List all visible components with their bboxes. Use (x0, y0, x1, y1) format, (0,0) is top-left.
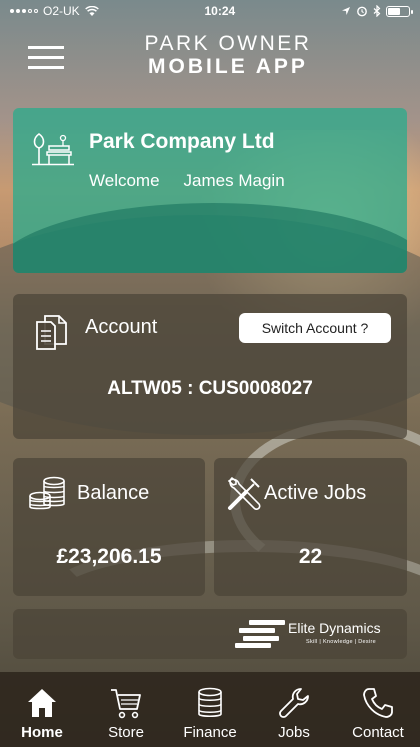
welcome-label: Welcome (89, 171, 160, 190)
coins-icon (29, 476, 65, 510)
balance-card[interactable]: Balance £23,206.15 (13, 458, 205, 596)
switch-account-button[interactable]: Switch Account ? (239, 313, 391, 343)
nav-store-label: Store (108, 724, 144, 741)
nav-home-label: Home (21, 724, 63, 741)
account-label: Account (85, 316, 158, 338)
company-name: Park Company Ltd (89, 130, 275, 153)
location-arrow-icon (341, 7, 350, 15)
park-bench-icon (32, 133, 74, 166)
nav-home[interactable]: Home (0, 672, 84, 747)
app-title: PARK OWNER MOBILE APP (110, 32, 346, 78)
bottom-nav: Home Store Finance Jobs Contact (0, 672, 420, 747)
account-code: ALTW05 : CUS0008027 (107, 378, 313, 399)
app-header: PARK OWNER MOBILE APP (0, 22, 420, 98)
hamburger-menu-icon[interactable] (28, 44, 64, 70)
brand-name: Elite Dynamics (288, 620, 381, 636)
active-jobs-label: Active Jobs (264, 482, 367, 504)
nav-jobs[interactable]: Jobs (252, 672, 336, 747)
elite-dynamics-logo (235, 620, 285, 648)
tools-icon (227, 476, 261, 510)
documents-icon (36, 315, 67, 350)
phone-icon (363, 688, 393, 718)
wifi-icon (84, 5, 99, 16)
account-card[interactable]: Account Switch Account ? ALTW05 : CUS000… (13, 294, 407, 439)
home-icon (28, 689, 56, 717)
app-title-line1: PARK OWNER (144, 32, 312, 55)
clock: 10:24 (204, 4, 236, 18)
welcome-card: Park Company Ltd Welcome James Magin (13, 108, 407, 273)
nav-contact[interactable]: Contact (336, 672, 420, 747)
balance-value: £23,206.15 (56, 545, 162, 568)
wrench-icon (279, 688, 309, 718)
brand-tagline: Skill | Knowledge | Desire (306, 639, 376, 645)
active-jobs-card[interactable]: Active Jobs 22 (214, 458, 407, 596)
signal-strength-icon (10, 9, 38, 13)
nav-store[interactable]: Store (84, 672, 168, 747)
nav-jobs-label: Jobs (278, 724, 310, 741)
cart-icon (111, 689, 141, 719)
coins-icon (198, 687, 222, 718)
nav-contact-label: Contact (352, 724, 404, 741)
footer-brand-card: Elite Dynamics Skill | Knowledge | Desir… (13, 609, 407, 659)
nav-finance[interactable]: Finance (168, 672, 252, 747)
bluetooth-icon (373, 5, 381, 17)
balance-label: Balance (77, 482, 150, 504)
status-bar: O2-UK 10:24 (0, 0, 420, 22)
carrier-name: O2-UK (43, 4, 80, 18)
active-jobs-value: 22 (298, 545, 323, 568)
battery-icon (385, 5, 413, 17)
nav-finance-label: Finance (183, 724, 237, 741)
welcome-row: Welcome James Magin (89, 171, 285, 191)
user-name: James Magin (183, 171, 285, 190)
app-title-line2: MOBILE APP (148, 55, 308, 79)
alarm-icon (357, 6, 367, 17)
